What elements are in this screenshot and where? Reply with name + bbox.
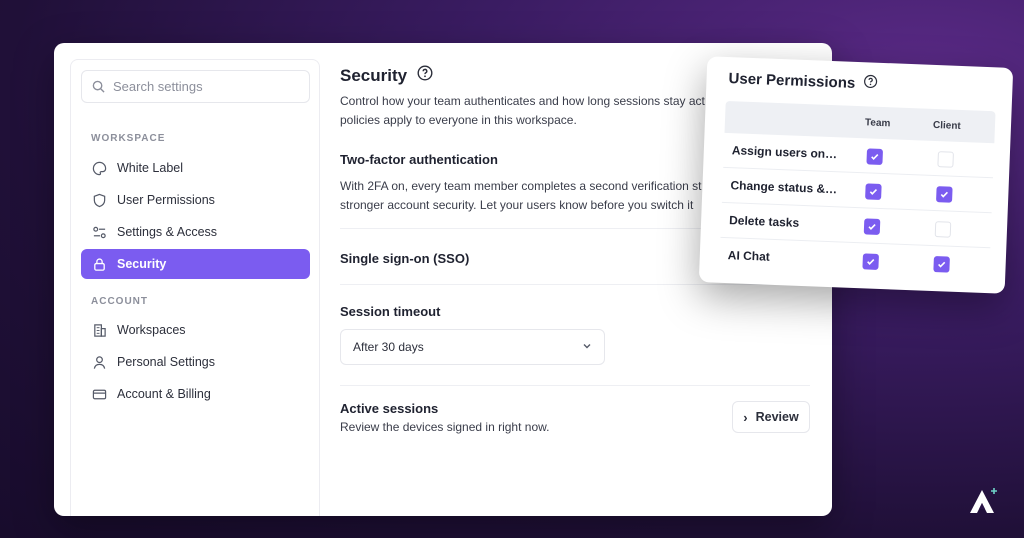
client-checkbox[interactable] xyxy=(937,151,954,168)
sidebar-item-label: White Label xyxy=(117,161,184,175)
sidebar-item-security[interactable]: Security xyxy=(81,249,310,279)
client-checkbox[interactable] xyxy=(936,186,953,203)
team-checkbox[interactable] xyxy=(863,218,881,235)
sidebar-item-label: User Permissions xyxy=(117,193,215,207)
search-icon xyxy=(92,80,105,93)
sidebar-item-label: Settings & Access xyxy=(117,225,218,239)
sso-title[interactable]: Single sign-on (SSO) xyxy=(340,251,469,266)
session-timeout-select[interactable]: After 30 days xyxy=(340,329,605,365)
column-header-team: Team xyxy=(864,117,891,130)
sidebar-item-label: Security xyxy=(117,257,167,271)
sidebar-item-account-billing[interactable]: Account & Billing xyxy=(81,379,310,409)
chevron-down-icon xyxy=(582,340,592,354)
team-checkbox[interactable] xyxy=(866,148,884,166)
lock-icon xyxy=(91,256,107,272)
section-label-account: ACCOUNT xyxy=(91,296,148,307)
brand-logo-icon xyxy=(966,486,1000,521)
page-title-text: Security xyxy=(340,65,408,85)
settings-sidebar: Search settings WORKSPACE White Label Us… xyxy=(70,59,320,516)
intro-text-line-1: Control how your team authenticates and … xyxy=(340,94,705,108)
search-input[interactable]: Search settings xyxy=(81,70,310,103)
permission-label: Change status & pr... xyxy=(730,178,839,197)
page-title: Security xyxy=(340,65,433,86)
client-checkbox[interactable] xyxy=(933,256,950,273)
client-checkbox[interactable] xyxy=(934,221,952,238)
team-checkbox[interactable] xyxy=(865,183,882,200)
divider xyxy=(340,284,810,285)
active-sessions-title: Active sessions xyxy=(340,401,439,416)
twofa-title: Two-factor authentication xyxy=(340,152,498,167)
permission-label: AI Chat xyxy=(727,248,771,264)
sliders-icon xyxy=(91,224,107,240)
session-timeout-title: Session timeout xyxy=(340,304,441,319)
credit-card-icon xyxy=(91,386,107,402)
permissions-card-title: User Permissions xyxy=(728,69,877,93)
building-icon xyxy=(91,322,107,338)
sidebar-item-label: Workspaces xyxy=(117,323,186,337)
session-timeout-value: After 30 days xyxy=(353,340,424,354)
active-sessions-desc: Review the devices signed in right now. xyxy=(340,420,550,434)
permissions-card-title-text: User Permissions xyxy=(728,69,856,92)
sidebar-item-settings-access[interactable]: Settings & Access xyxy=(81,217,310,247)
sidebar-item-label: Personal Settings xyxy=(117,355,215,369)
twofa-text-line-2: stronger account security. Let your user… xyxy=(340,198,694,212)
twofa-text-line-1: With 2FA on, every team member completes… xyxy=(340,179,702,193)
sidebar-item-personal-settings[interactable]: Personal Settings xyxy=(81,347,310,377)
user-icon xyxy=(91,354,107,370)
divider xyxy=(340,385,810,386)
search-placeholder: Search settings xyxy=(113,79,203,94)
help-icon[interactable] xyxy=(417,65,433,86)
chevron-right-icon: › xyxy=(743,409,748,425)
column-header-client: Client xyxy=(932,119,961,132)
user-permissions-card: User Permissions Team Client Assign user… xyxy=(698,56,1014,294)
section-label-workspace: WORKSPACE xyxy=(91,133,166,144)
permission-label: Delete tasks xyxy=(728,213,800,230)
team-checkbox[interactable] xyxy=(862,253,879,270)
shield-icon xyxy=(91,192,107,208)
review-button[interactable]: › Review xyxy=(732,401,810,433)
palette-icon xyxy=(91,160,107,176)
sidebar-item-user-permissions[interactable]: User Permissions xyxy=(81,185,310,215)
help-icon[interactable] xyxy=(863,74,878,93)
sidebar-item-workspaces[interactable]: Workspaces xyxy=(81,315,310,345)
sidebar-item-white-label[interactable]: White Label xyxy=(81,153,310,183)
intro-text-line-2: policies apply to everyone in this works… xyxy=(340,113,577,127)
sidebar-item-label: Account & Billing xyxy=(117,387,211,401)
permissions-table: Team Client Assign users on ta... Change… xyxy=(719,100,996,283)
review-button-label: Review xyxy=(755,410,799,424)
permission-label: Assign users on ta... xyxy=(731,143,841,162)
